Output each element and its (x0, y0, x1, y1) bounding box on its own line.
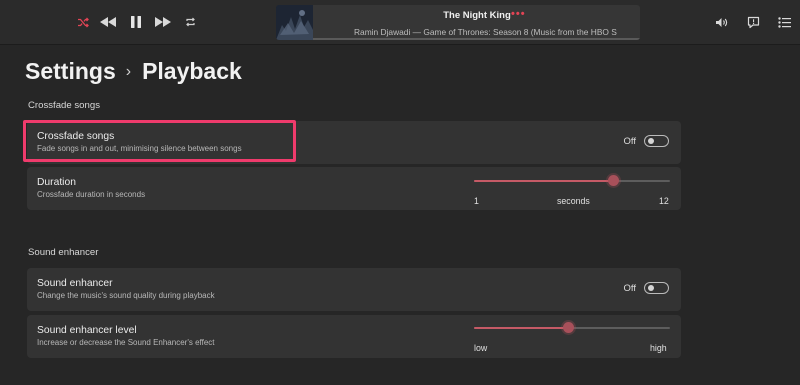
slider-thumb[interactable] (607, 175, 619, 186)
toggle-state-label: Off (623, 135, 637, 147)
enhancer-level-slider[interactable] (474, 322, 670, 334)
sound-enhancer-toggle-group: Off (623, 282, 669, 294)
section-enhancer-heading: Sound enhancer (28, 247, 99, 258)
breadcrumb-settings-link[interactable]: Settings (25, 58, 116, 85)
level-min-label: low (474, 343, 488, 353)
slider-fill (474, 327, 569, 329)
section-crossfade-heading: Crossfade songs (28, 100, 100, 111)
player-bar: The Night King ••• Ramin Djawadi — Game … (0, 0, 800, 45)
volume-icon[interactable] (711, 12, 731, 32)
now-playing[interactable]: The Night King ••• Ramin Djawadi — Game … (276, 5, 640, 40)
toggle-knob (648, 285, 654, 291)
level-max-label: high (650, 343, 667, 353)
shuffle-icon[interactable] (73, 12, 93, 32)
duration-unit-label: seconds (557, 196, 590, 206)
page-title: Playback (142, 58, 242, 84)
toggle-knob (648, 138, 654, 144)
sound-enhancer-toggle[interactable] (644, 282, 669, 294)
queue-icon[interactable] (774, 12, 794, 32)
crossfade-toggle[interactable] (644, 135, 669, 147)
track-title: The Night King (443, 10, 511, 21)
previous-icon[interactable] (98, 12, 118, 32)
track-progress[interactable] (313, 38, 640, 40)
more-options-icon[interactable]: ••• (511, 8, 526, 20)
breadcrumb: Settings › Playback (25, 58, 242, 85)
duration-max-label: 12 (659, 196, 669, 206)
setting-title: Sound enhancer (37, 278, 113, 289)
track-subtitle: Ramin Djawadi — Game of Thrones: Season … (354, 27, 617, 37)
album-art (276, 5, 313, 40)
setting-title: Duration (37, 177, 76, 188)
duration-min-label: 1 (474, 196, 479, 206)
sound-enhancer-setting-row: Sound enhancer Change the music's sound … (27, 268, 681, 311)
next-icon[interactable] (153, 12, 173, 32)
setting-description: Crossfade duration in seconds (37, 190, 146, 199)
highlight-box (23, 120, 296, 162)
toggle-state-label: Off (623, 282, 637, 294)
setting-description: Change the music's sound quality during … (37, 291, 215, 300)
chevron-right-icon: › (125, 62, 132, 80)
slider-fill (474, 180, 614, 182)
duration-slider[interactable] (474, 175, 670, 187)
pause-icon[interactable] (126, 12, 146, 32)
slider-thumb[interactable] (562, 322, 574, 333)
repeat-icon[interactable] (180, 12, 200, 32)
crossfade-toggle-group: Off (623, 135, 669, 147)
setting-title: Sound enhancer level (37, 325, 137, 336)
setting-description: Increase or decrease the Sound Enhancer'… (37, 338, 215, 347)
lyrics-icon[interactable] (743, 12, 763, 32)
